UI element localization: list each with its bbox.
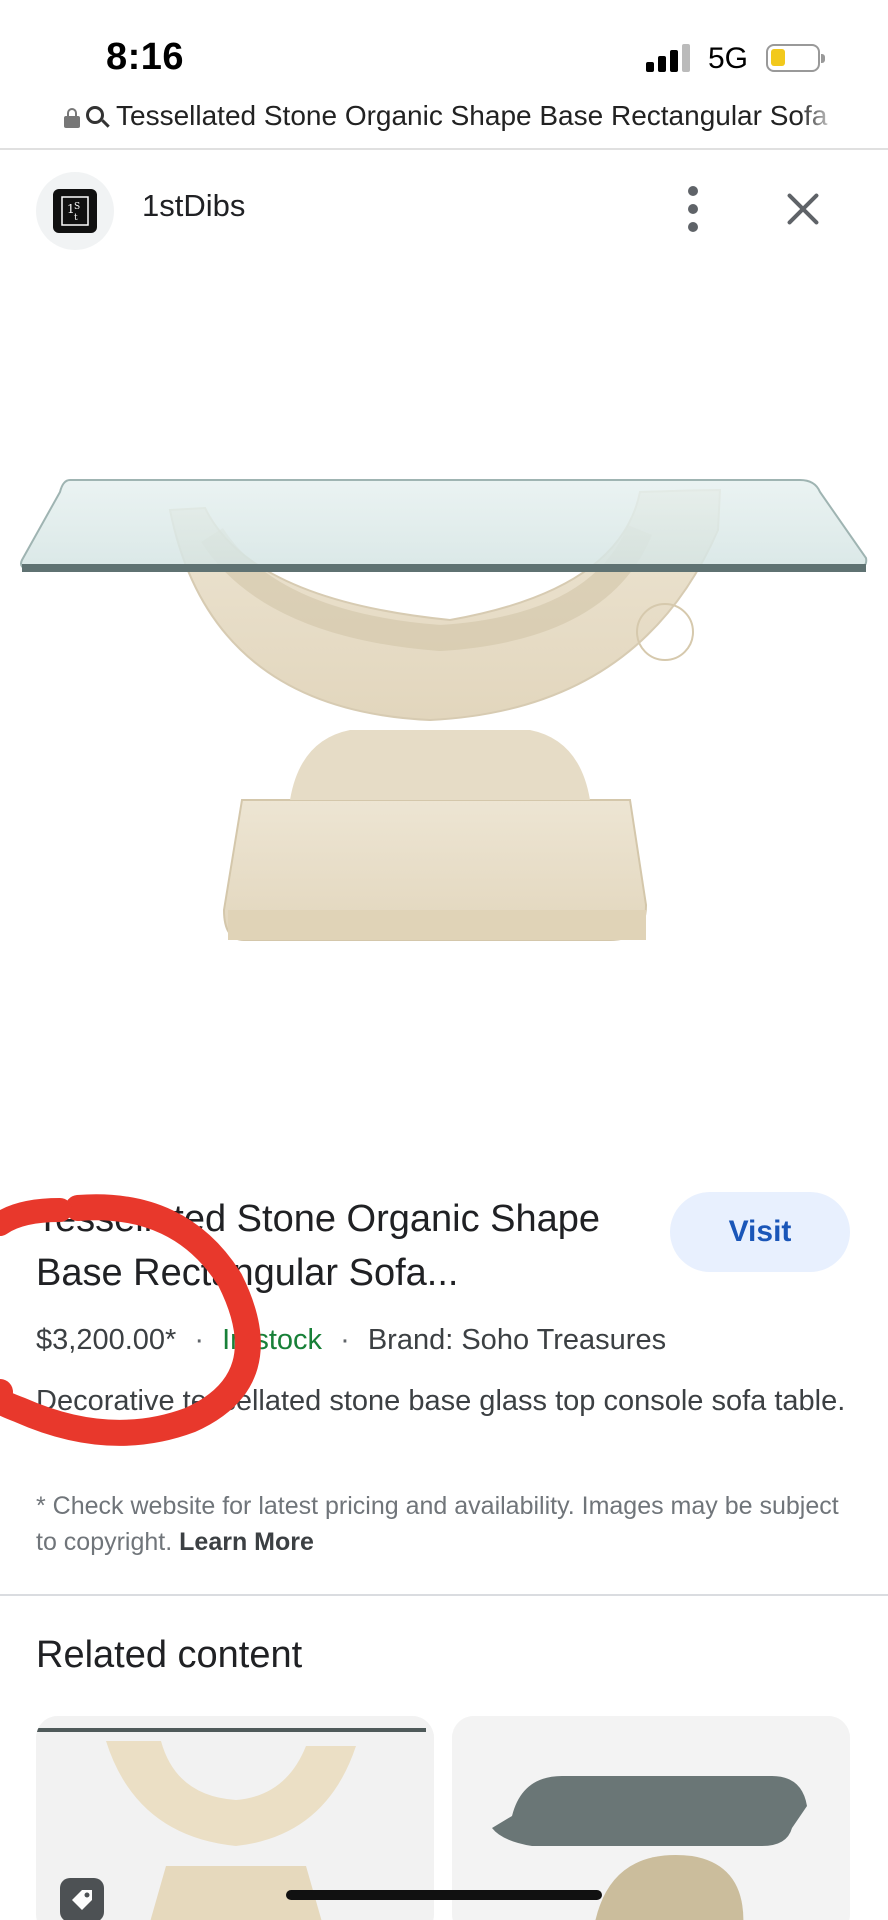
site-header: 1 S t 1stDibs <box>0 170 888 250</box>
status-time: 8:16 <box>106 36 185 78</box>
related-content-title: Related content <box>36 1634 303 1676</box>
brand-text: Brand: Soho Treasures <box>367 1324 667 1356</box>
section-divider <box>0 1594 888 1596</box>
visit-button[interactable]: Visit <box>670 1192 850 1272</box>
disclaimer: * Check website for latest pricing and a… <box>36 1488 856 1560</box>
separator: · <box>194 1324 205 1356</box>
tag-icon[interactable] <box>60 1878 104 1920</box>
learn-more-link[interactable]: Learn More <box>179 1528 314 1556</box>
battery-icon <box>766 44 825 72</box>
close-icon[interactable] <box>780 186 826 232</box>
signal-icon <box>646 44 696 72</box>
url-bar[interactable]: Tessellated Stone Organic Shape Base Rec… <box>0 96 888 150</box>
home-indicator <box>286 1890 602 1900</box>
stock-status: In stock <box>222 1324 323 1356</box>
more-vert-icon[interactable] <box>680 184 706 234</box>
product-description: Decorative tessellated stone base glass … <box>36 1385 846 1417</box>
separator: · <box>340 1324 350 1356</box>
svg-text:S: S <box>74 202 80 212</box>
disclaimer-text: * Check website for latest pricing and a… <box>36 1492 839 1556</box>
price-text: $3,200.00* <box>36 1324 177 1356</box>
search-icon <box>86 106 110 132</box>
product-title[interactable]: Tessellated Stone Organic Shape Base Rec… <box>36 1192 656 1300</box>
site-name[interactable]: 1stDibs <box>142 188 245 224</box>
svg-text:t: t <box>74 213 78 223</box>
site-logo[interactable]: 1 S t <box>36 172 114 250</box>
network-label: 5G <box>708 42 749 75</box>
url-text[interactable]: Tessellated Stone Organic Shape Base Rec… <box>116 100 830 132</box>
product-image[interactable] <box>0 380 888 960</box>
product-meta: $3,200.00* · In stock · Brand: Soho Trea… <box>36 1324 666 1357</box>
lock-icon <box>64 108 80 128</box>
status-bar: 8:16 5G <box>0 0 888 100</box>
1stdibs-logo-icon: 1 S t <box>53 189 97 233</box>
